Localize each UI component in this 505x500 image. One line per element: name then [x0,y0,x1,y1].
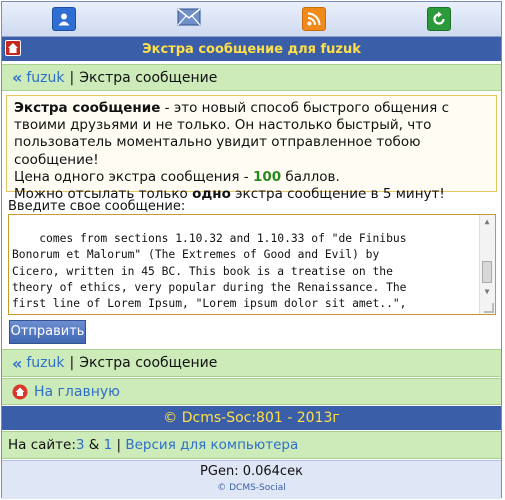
textarea-scrollbar[interactable]: ▲ ▼ [479,215,495,314]
raquo-icon: « [12,353,23,373]
online-row: На сайте: 3 & 1 | Версия для компьютера [2,431,501,459]
refresh-icon [426,7,451,31]
home-link-row[interactable]: На главную [2,378,501,405]
page-title-bar: Экстра сообщение для fuzuk [2,37,501,61]
scroll-thumb[interactable] [482,261,492,283]
info-title: Экстра сообщение [14,100,161,116]
breadcrumb-separator: | [69,69,75,86]
breadcrumb-current: Экстра сообщение [79,69,218,86]
raquo-icon: « [12,68,23,87]
home-link[interactable]: На главную [34,384,120,400]
pgen-text: PGen: 0.064сек [200,464,303,479]
price-suffix: баллов. [281,168,340,185]
rss-icon [301,7,326,31]
scroll-down-icon[interactable]: ▼ [482,287,492,297]
home-icon[interactable] [5,40,21,56]
rss-button[interactable] [252,2,377,36]
footer-copyright-bar: © Dcms-Soc:801 - 2013г [2,406,501,430]
breadcrumb-separator: | [69,355,75,371]
home-icon [12,384,28,400]
credit-link[interactable]: © DCMS-Social [2,483,501,493]
user-icon [52,7,77,31]
refresh-button[interactable] [376,2,501,36]
message-text: comes from sections 1.10.32 and 1.10.33 … [12,232,407,314]
page-frame: Экстра сообщение для fuzuk « fuzuk | Экс… [1,1,502,499]
online-separator: | [112,437,126,453]
profile-button[interactable] [2,2,127,36]
breadcrumb-user-link[interactable]: fuzuk [26,355,64,371]
online-amp: & [84,437,104,453]
online-guests-link[interactable]: 1 [104,437,113,453]
breadcrumb-bottom: « fuzuk | Экстра сообщение [2,349,501,377]
resize-grip-icon[interactable] [484,303,494,313]
copyright-text: © Dcms-Soc:801 - 2013г [163,410,340,426]
breadcrumb-current: Экстра сообщение [79,355,218,371]
limit-suffix: экстра сообщение в 5 минут! [230,186,445,203]
mail-button[interactable] [127,2,252,36]
online-label: На сайте: [8,437,76,453]
page-title: Экстра сообщение для fuzuk [142,41,361,57]
mail-icon [177,8,201,30]
online-users-link[interactable]: 3 [76,437,85,453]
price-value: 100 [252,168,282,185]
message-prompt-label: Введите свое сообщение: [8,199,186,214]
breadcrumb-user-link[interactable]: fuzuk [26,70,64,86]
pgen-footer: PGen: 0.064сек © DCMS-Social [2,460,501,499]
message-textarea[interactable]: comes from sections 1.10.32 and 1.10.33 … [8,214,496,315]
scroll-up-icon[interactable]: ▲ [482,217,492,227]
breadcrumb: « fuzuk | Экстра сообщение [2,64,501,91]
info-box: Экстра сообщение - это новый способ быст… [6,95,497,202]
price-prefix: Цена одного экстра сообщения - [14,168,253,185]
send-button[interactable]: Отправить [9,320,86,344]
desktop-version-link[interactable]: Версия для компьютера [125,437,298,453]
limit-bold: одно [192,186,231,203]
top-nav [2,2,501,37]
